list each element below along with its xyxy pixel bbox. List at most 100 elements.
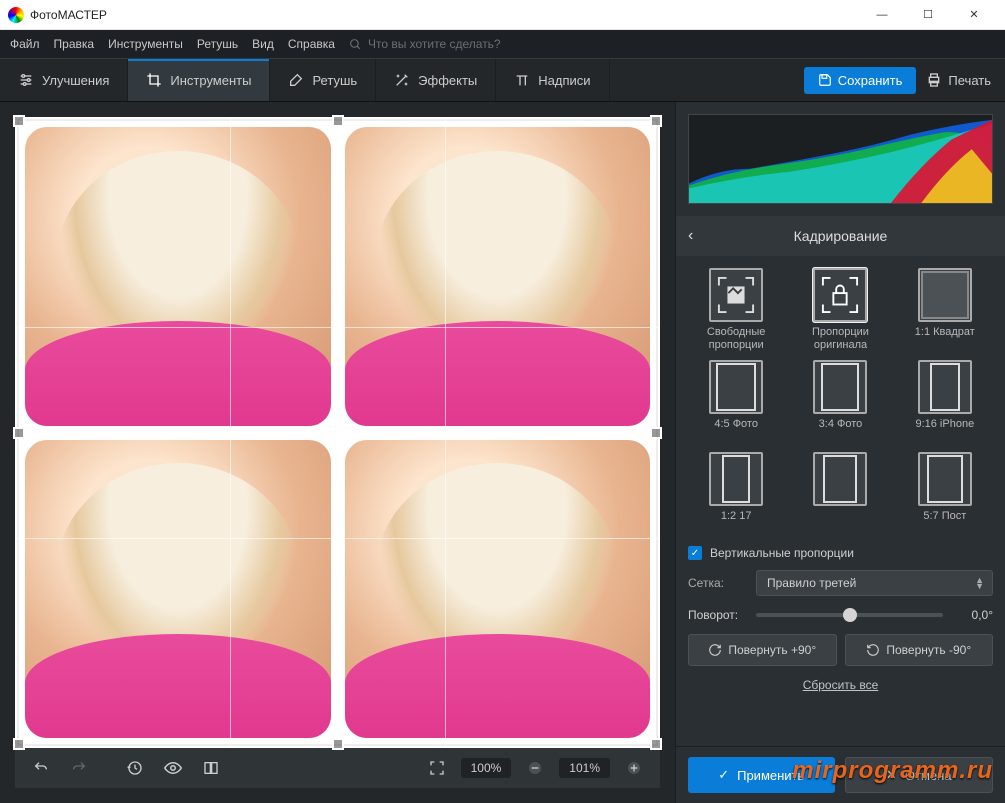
side-panel: ‹ Кадрирование Свободныепропорции Пропор… [675,102,1005,803]
preset-9-16[interactable]: 9:16 iPhone [897,360,993,444]
window-title: ФотоМАСТЕР [30,8,107,22]
menu-search[interactable]: Что вы хотите сделать? [349,37,501,51]
bottom-toolbar: 100% 101% [15,748,660,788]
lock-crop-icon [821,276,859,314]
compare-button[interactable] [197,754,225,782]
tab-effects-label: Эффекты [418,73,477,88]
menu-help[interactable]: Справка [288,37,335,51]
preset-3-4[interactable]: 3:4 Фото [792,360,888,444]
window-titlebar: ФотоМАСТЕР — ☐ ✕ [0,0,1005,30]
photo-cell [25,127,331,426]
preset-original[interactable]: Пропорцииоригинала [792,268,888,352]
tab-retouch-label: Ретушь [312,73,357,88]
sliders-icon [18,72,34,88]
rotate-cw-button[interactable]: Повернуть +90° [688,634,837,666]
history-icon [127,760,143,776]
menu-retouch[interactable]: Ретушь [197,37,238,51]
free-crop-icon [717,276,755,314]
apply-button-label: Применить [737,768,804,783]
zoom-in-button[interactable] [620,754,648,782]
histogram-chart [689,115,992,203]
minus-circle-icon [527,760,543,776]
photo-cell [345,127,651,426]
preview-button[interactable] [159,754,187,782]
print-button[interactable]: Печать [926,72,991,88]
redo-button[interactable] [65,754,93,782]
compare-icon [203,760,219,776]
rotate-ccw-label: Повернуть -90° [886,643,971,657]
wand-icon [394,72,410,88]
undo-button[interactable] [27,754,55,782]
zoom-out-button[interactable] [521,754,549,782]
vertical-proportions-checkbox[interactable]: ✓ Вертикальные пропорции [688,546,993,560]
zoom-fit-value: 100% [461,758,512,778]
vertical-proportions-label: Вертикальные пропорции [710,546,854,560]
close-icon: ✕ [886,767,897,783]
main-toolbar: Улучшения Инструменты Ретушь Эффекты Над… [0,58,1005,102]
menu-edit[interactable]: Правка [54,37,95,51]
cancel-button-label: Отмена [905,768,952,783]
tab-text-label: Надписи [538,73,590,88]
text-icon [514,72,530,88]
save-icon [818,73,832,87]
grid-dropdown-value: Правило третей [767,576,856,590]
plus-circle-icon [626,760,642,776]
menu-bar: Файл Правка Инструменты Ретушь Вид Справ… [0,30,1005,58]
rotate-cw-icon [708,643,722,657]
cancel-button[interactable]: ✕ Отмена [845,757,994,793]
save-button-label: Сохранить [838,73,903,88]
rotate-slider[interactable] [756,613,943,617]
rotate-label: Поворот: [688,608,746,622]
brush-icon [288,72,304,88]
apply-button[interactable]: ✓ Применить [688,757,835,793]
grid-dropdown[interactable]: Правило третей ▲▼ [756,570,993,596]
preset-2-3[interactable] [792,452,888,536]
search-icon [349,38,362,51]
undo-icon [33,760,49,776]
panel-header: ‹ Кадрирование [676,216,1005,256]
minimize-button[interactable]: — [859,0,905,30]
menu-search-placeholder: Что вы хотите сделать? [368,37,501,51]
panel-back-button[interactable]: ‹ [688,227,693,245]
tab-enhance-label: Улучшения [42,73,109,88]
histogram [688,114,993,204]
save-button[interactable]: Сохранить [804,67,917,94]
preset-5-7[interactable]: 5:7 Пост [897,452,993,536]
app-logo-icon [8,7,24,23]
chevron-updown-icon: ▲▼ [975,577,982,589]
eye-icon [164,759,182,777]
crop-icon [146,72,162,88]
preset-free[interactable]: Свободныепропорции [688,268,784,352]
fit-button[interactable] [423,754,451,782]
close-button[interactable]: ✕ [951,0,997,30]
rotate-ccw-button[interactable]: Повернуть -90° [845,634,994,666]
menu-tools[interactable]: Инструменты [108,37,183,51]
preset-1-2[interactable]: 1:2 17 [688,452,784,536]
fit-icon [429,760,445,776]
maximize-button[interactable]: ☐ [905,0,951,30]
zoom-value: 101% [559,758,610,778]
history-button[interactable] [121,754,149,782]
grid-label: Сетка: [688,576,746,590]
tab-effects[interactable]: Эффекты [376,59,496,101]
preset-4-5[interactable]: 4:5 Фото [688,360,784,444]
check-icon: ✓ [718,767,729,783]
rotate-cw-label: Повернуть +90° [728,643,816,657]
tab-text[interactable]: Надписи [496,59,609,101]
photo-cell [345,440,651,739]
tab-tools-label: Инструменты [170,73,251,88]
print-button-label: Печать [948,73,991,88]
tab-retouch[interactable]: Ретушь [270,59,376,101]
print-icon [926,72,942,88]
tab-tools[interactable]: Инструменты [128,59,270,101]
reset-link[interactable]: Сбросить все [688,678,993,692]
panel-title: Кадрирование [794,228,888,244]
photo-cell [25,440,331,739]
checkbox-icon: ✓ [688,546,702,560]
tab-enhance[interactable]: Улучшения [0,59,128,101]
canvas[interactable] [15,117,660,748]
menu-file[interactable]: Файл [10,37,40,51]
menu-view[interactable]: Вид [252,37,274,51]
preset-square[interactable]: 1:1 Квадрат [897,268,993,352]
rotate-value: 0,0° [953,608,993,622]
